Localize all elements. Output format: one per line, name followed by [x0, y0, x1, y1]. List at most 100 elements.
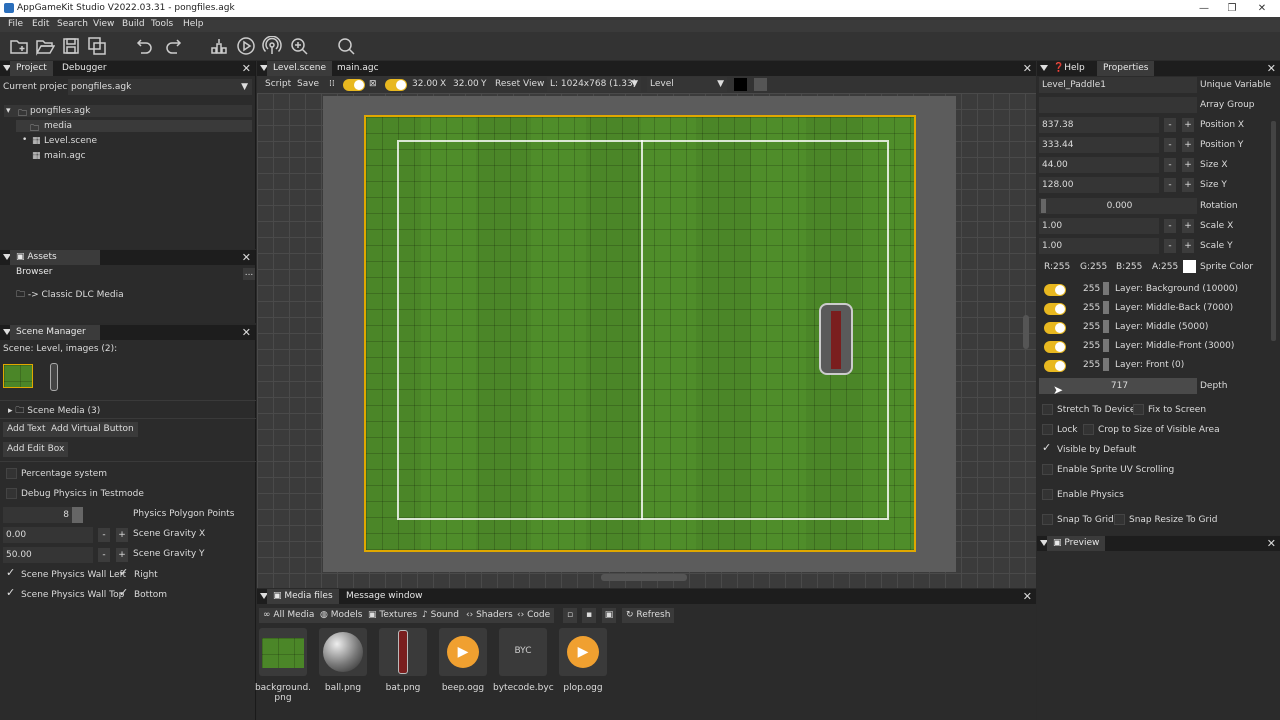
- layer-slider-handle[interactable]: [1103, 320, 1109, 333]
- scale-y-input[interactable]: 1.00: [1039, 238, 1159, 254]
- tree-item-main-agc[interactable]: ▦ main.agc: [16, 150, 252, 162]
- paddle-sprite[interactable]: [819, 303, 853, 375]
- layer-slider-handle[interactable]: [1103, 301, 1109, 314]
- sprite-color-swatch[interactable]: [1183, 260, 1196, 273]
- debug-physics-checkbox[interactable]: [6, 488, 17, 499]
- snap-toggle[interactable]: [385, 79, 407, 91]
- position-x-plus-button[interactable]: +: [1182, 118, 1194, 132]
- save-icon[interactable]: [60, 35, 82, 57]
- tab-assets-browser[interactable]: ▣ Assets Browser: [10, 250, 100, 277]
- tab-media-files[interactable]: ▣ Media files: [267, 589, 339, 604]
- tab-help[interactable]: ❓Help: [1047, 61, 1091, 76]
- enable-physics-checkbox[interactable]: [1042, 489, 1053, 500]
- debug-icon[interactable]: [288, 35, 310, 57]
- run-icon[interactable]: [235, 35, 257, 57]
- scale-x-minus-button[interactable]: -: [1164, 219, 1176, 233]
- array-group-input[interactable]: [1039, 97, 1197, 113]
- polygon-points-slider[interactable]: 8: [3, 507, 83, 523]
- script-button[interactable]: Script: [261, 77, 295, 92]
- size-x-input[interactable]: 44.00: [1039, 157, 1159, 173]
- add-text-button[interactable]: Add Text: [3, 422, 50, 437]
- broadcast-icon[interactable]: [261, 35, 283, 57]
- close-icon[interactable]: ✕: [1023, 589, 1032, 604]
- media-item-beep[interactable]: ▶: [439, 628, 487, 676]
- grid-toggle[interactable]: [343, 79, 365, 91]
- wall-left-checkbox[interactable]: [6, 566, 17, 580]
- bg-color-swatch[interactable]: [734, 78, 747, 91]
- wall-top-checkbox[interactable]: [6, 586, 17, 600]
- open-folder-icon[interactable]: [34, 35, 56, 57]
- menu-help[interactable]: Help: [183, 19, 204, 29]
- size-x-plus-button[interactable]: +: [1182, 158, 1194, 172]
- close-icon[interactable]: ✕: [1023, 61, 1032, 76]
- color-b-value[interactable]: B:255: [1116, 262, 1142, 272]
- media-item-bat[interactable]: [379, 628, 427, 676]
- size-y-plus-button[interactable]: +: [1182, 178, 1194, 192]
- save-all-icon[interactable]: [86, 35, 108, 57]
- redo-icon[interactable]: [162, 35, 184, 57]
- size-y-minus-button[interactable]: -: [1164, 178, 1176, 192]
- media-item-bytecode[interactable]: BYC: [499, 628, 547, 676]
- scene-image-background[interactable]: [3, 364, 33, 388]
- tab-level-scene[interactable]: Level.scene: [267, 61, 333, 76]
- snap-icon[interactable]: ⊠: [369, 79, 377, 89]
- color-g-value[interactable]: G:255: [1080, 262, 1107, 272]
- snap-to-grid-checkbox[interactable]: [1042, 514, 1053, 525]
- menu-edit[interactable]: Edit: [32, 19, 49, 29]
- lock-checkbox[interactable]: [1042, 424, 1053, 435]
- filter-sound[interactable]: ♪ Sound: [418, 608, 463, 623]
- current-project-select[interactable]: pongfiles.agk ▼: [68, 79, 252, 95]
- horizontal-scrollbar[interactable]: [601, 574, 687, 581]
- layer-middle-front-toggle[interactable]: [1044, 341, 1066, 353]
- gravity-x-input[interactable]: 0.00: [3, 527, 93, 543]
- tab-scene-manager[interactable]: Scene Manager: [10, 325, 100, 340]
- position-y-minus-button[interactable]: -: [1164, 138, 1176, 152]
- media-item-plop[interactable]: ▶: [559, 628, 607, 676]
- menu-search[interactable]: Search: [57, 19, 88, 29]
- scale-y-minus-button[interactable]: -: [1164, 239, 1176, 253]
- menu-file[interactable]: File: [8, 19, 23, 29]
- layer-slider-handle[interactable]: [1103, 282, 1109, 295]
- filter-textures[interactable]: ▣ Textures: [364, 608, 422, 623]
- undo-icon[interactable]: [134, 35, 156, 57]
- color-a-value[interactable]: A:255: [1152, 262, 1178, 272]
- scale-x-plus-button[interactable]: +: [1182, 219, 1194, 233]
- refresh-button[interactable]: ↻ Refresh: [622, 608, 675, 623]
- position-x-input[interactable]: 837.38: [1039, 117, 1159, 133]
- close-icon[interactable]: ✕: [1267, 61, 1276, 76]
- menu-build[interactable]: Build: [122, 19, 145, 29]
- save-button[interactable]: Save: [293, 77, 323, 92]
- position-x-minus-button[interactable]: -: [1164, 118, 1176, 132]
- wall-bottom-checkbox[interactable]: [119, 586, 130, 600]
- scene-media-expander[interactable]: ▸ 🗀 Scene Media (3): [8, 403, 100, 419]
- layer-background-toggle[interactable]: [1044, 284, 1066, 296]
- menu-tools[interactable]: Tools: [151, 19, 173, 29]
- properties-scrollbar[interactable]: [1271, 121, 1276, 341]
- add-edit-box-button[interactable]: Add Edit Box: [3, 442, 69, 457]
- maximize-button[interactable]: ❐: [1218, 1, 1246, 16]
- crop-checkbox[interactable]: [1083, 424, 1094, 435]
- scene-image-bat[interactable]: [50, 363, 58, 391]
- size-x-minus-button[interactable]: -: [1164, 158, 1176, 172]
- visible-by-default-checkbox[interactable]: [1042, 441, 1053, 455]
- stretch-to-device-checkbox[interactable]: [1042, 404, 1053, 415]
- assets-item-classic-dlc[interactable]: 🗀 -> Classic DLC Media: [16, 287, 124, 303]
- media-item-background[interactable]: [259, 628, 307, 676]
- wall-right-checkbox[interactable]: [119, 566, 130, 580]
- build-icon[interactable]: [208, 35, 230, 57]
- layer-middle-back-toggle[interactable]: [1044, 303, 1066, 315]
- add-virtual-button-button[interactable]: Add Virtual Button: [47, 422, 138, 437]
- gravity-y-input[interactable]: 50.00: [3, 547, 93, 563]
- close-icon[interactable]: ✕: [242, 325, 251, 340]
- rotation-slider[interactable]: 0.000: [1039, 198, 1197, 214]
- view-small-icon[interactable]: ▫: [563, 608, 577, 623]
- search-icon[interactable]: [335, 35, 357, 57]
- tree-item-media[interactable]: 🗀 media: [16, 120, 252, 134]
- color-swatch[interactable]: [754, 78, 767, 91]
- close-icon[interactable]: ✕: [1267, 536, 1276, 551]
- snap-resize-checkbox[interactable]: [1114, 514, 1125, 525]
- scene-canvas[interactable]: [257, 93, 1036, 588]
- view-medium-icon[interactable]: ▪: [582, 608, 596, 623]
- layer-select[interactable]: Level ▼: [647, 77, 727, 92]
- gravity-x-plus-button[interactable]: +: [116, 528, 128, 542]
